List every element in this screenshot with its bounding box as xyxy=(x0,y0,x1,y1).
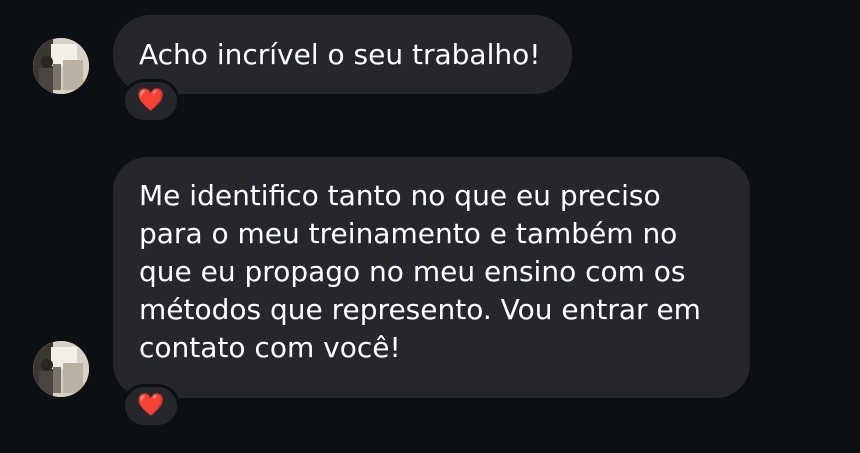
avatar-photo xyxy=(33,38,89,94)
sender-avatar[interactable] xyxy=(33,38,89,94)
message-text: Me identifico tanto no que eu preciso pa… xyxy=(139,179,701,364)
message-bubble[interactable]: Me identifico tanto no que eu preciso pa… xyxy=(113,157,750,398)
sender-avatar[interactable] xyxy=(33,341,89,397)
reaction-badge[interactable]: ❤️ xyxy=(122,384,180,428)
message-text: Acho incrível o seu trabalho! xyxy=(139,38,541,71)
avatar-photo xyxy=(33,341,89,397)
reaction-badge[interactable]: ❤️ xyxy=(122,79,180,123)
heart-icon: ❤️ xyxy=(137,393,165,418)
message-bubble[interactable]: Acho incrível o seu trabalho! xyxy=(113,15,572,94)
heart-icon: ❤️ xyxy=(137,88,165,113)
